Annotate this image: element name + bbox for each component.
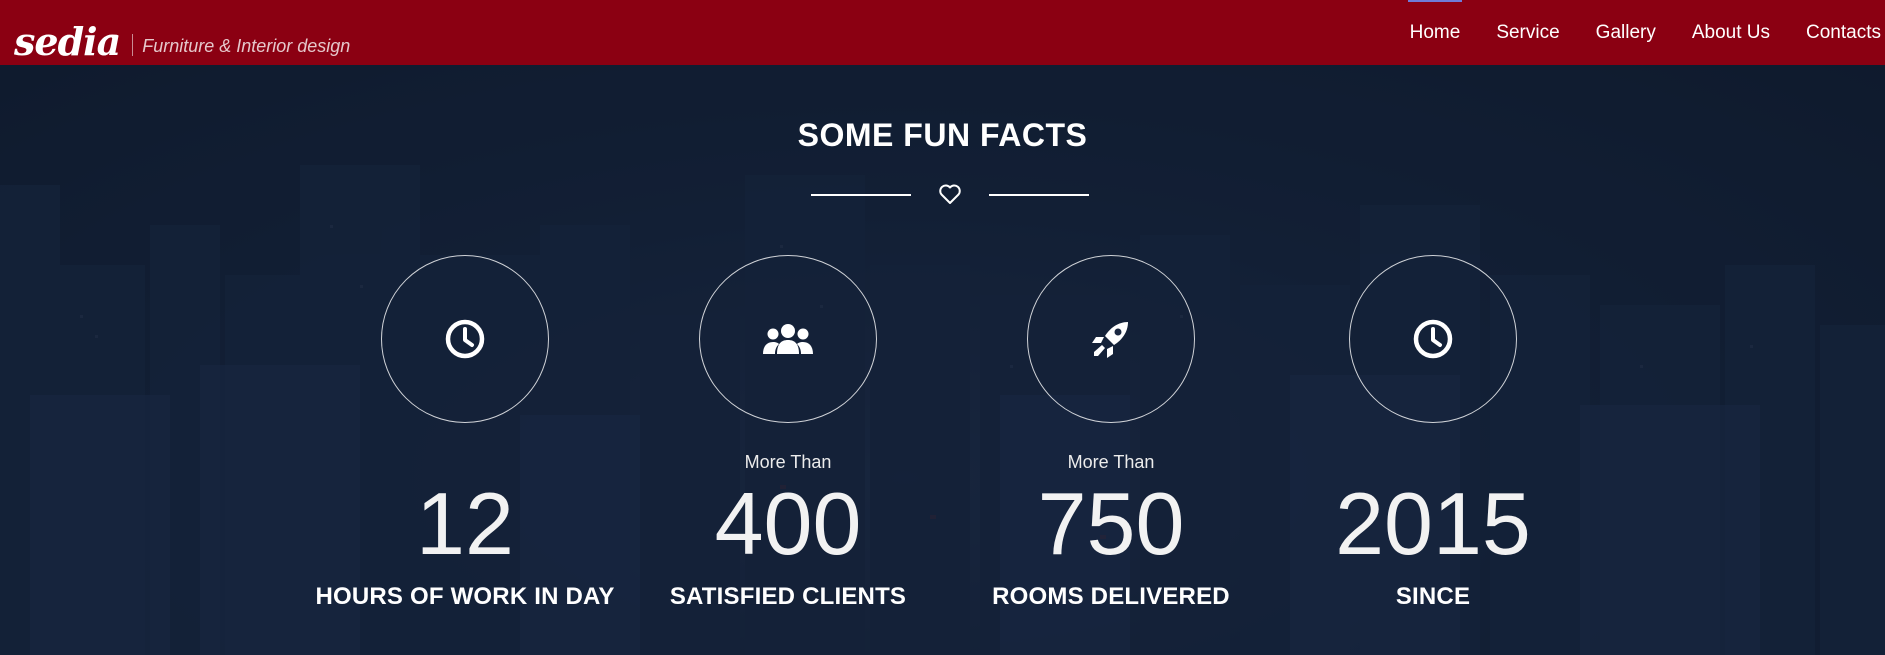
fact-icon-circle <box>699 255 877 423</box>
divider-line-left <box>811 194 911 196</box>
logo-wordmark: sedia <box>14 19 121 64</box>
fact-clients: More Than 400 SATISFIED CLIENTS <box>628 255 948 611</box>
fact-label: SINCE <box>1395 583 1471 610</box>
fact-prefix: More Than <box>744 452 832 472</box>
users-icon <box>763 324 813 354</box>
fact-number: 12 <box>416 474 514 573</box>
fact-number: 750 <box>1037 474 1185 573</box>
fact-label: HOURS OF WORK IN DAY <box>315 583 615 610</box>
clock-icon <box>445 319 485 359</box>
nav-gallery[interactable]: Gallery <box>1578 0 1674 65</box>
clock-icon <box>1413 319 1453 359</box>
divider-line-right <box>989 194 1089 196</box>
fact-prefix <box>1273 451 1593 473</box>
main-nav: Home Service Gallery About Us Contacts <box>1392 0 1885 65</box>
fact-number: 2015 <box>1335 474 1531 573</box>
site-header: sedia Furniture & Interior design Home S… <box>0 0 1885 65</box>
fact-hours: 12 HOURS OF WORK IN DAY <box>305 255 625 611</box>
logo-separator <box>132 34 134 56</box>
logo-tagline: Furniture & Interior design <box>142 36 351 56</box>
fact-icon-circle <box>381 255 549 423</box>
section-title: SOME FUN FACTS <box>797 117 1088 153</box>
fact-icon-circle <box>1349 255 1517 423</box>
nav-about-us[interactable]: About Us <box>1674 0 1788 65</box>
fact-prefix: More Than <box>1067 452 1155 472</box>
fact-rooms: More Than 750 ROOMS DELIVERED <box>951 255 1271 611</box>
fact-label: SATISFIED CLIENTS <box>669 583 907 610</box>
title-divider <box>811 180 1089 210</box>
nav-contacts[interactable]: Contacts <box>1788 0 1885 65</box>
fact-icon-circle <box>1027 255 1195 423</box>
fact-number: 400 <box>714 474 862 573</box>
nav-home[interactable]: Home <box>1392 0 1479 65</box>
heart-outline-icon <box>939 184 961 204</box>
fact-label: ROOMS DELIVERED <box>992 583 1230 610</box>
logo[interactable]: sedia Furniture & Interior design <box>14 22 350 62</box>
rocket-icon <box>1092 322 1128 358</box>
fact-prefix <box>305 451 625 473</box>
nav-service[interactable]: Service <box>1478 0 1577 65</box>
fact-since: 2015 SINCE <box>1273 255 1593 611</box>
